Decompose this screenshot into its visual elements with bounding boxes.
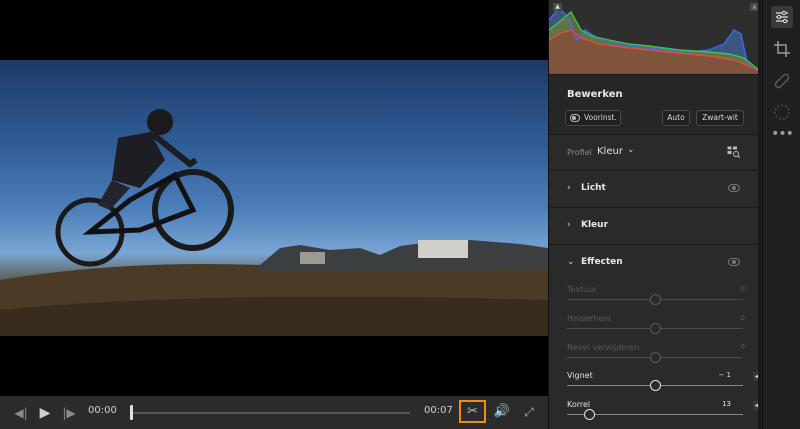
histogram: ▲ ▲ [549, 0, 763, 74]
video-viewer[interactable] [0, 0, 548, 396]
step-back-icon[interactable]: ◀| [12, 404, 30, 422]
slider-label: Textuur [567, 285, 597, 294]
slider-label: Helderheid [567, 314, 611, 323]
edit-header: Bewerken Voorinst. Auto Zwart-wit [549, 74, 763, 134]
scissors-icon: ✂ [467, 404, 478, 419]
presets-button[interactable]: Voorinst. [565, 110, 621, 126]
edit-panel: ▲ ▲ Bewerken Voorinst. Auto Zwart-wit Pr… [548, 0, 763, 429]
playback-controls: ◀| ▶ |▶ 00:00 00:07 ✂ 🔊 ⤢ [0, 396, 548, 429]
slider-handle[interactable] [649, 352, 661, 363]
end-time: 00:07 [424, 405, 453, 416]
more-icon[interactable]: ••• [771, 127, 794, 150]
slider-handle[interactable] [649, 323, 661, 334]
section-effecten[interactable]: ⌄ Effecten Textuur 0 Helderheid 0 Nevel … [549, 244, 763, 429]
trim-button[interactable]: ✂ [459, 400, 486, 423]
current-time: 00:00 [88, 405, 117, 416]
panel-title: Bewerken [567, 89, 623, 100]
auto-button[interactable]: Auto [662, 110, 690, 126]
slider-helderheid[interactable]: Helderheid 0 [567, 314, 747, 340]
slider-value: 0 [740, 285, 745, 293]
slider-label: Nevel verwijderen [567, 343, 640, 352]
slider-nevel-verwijderen[interactable]: Nevel verwijderen 0 [567, 343, 747, 369]
shadow-clipping-icon[interactable]: ▲ [553, 3, 562, 11]
volume-icon[interactable]: 🔊 [492, 403, 512, 421]
black-white-button[interactable]: Zwart-wit [696, 110, 744, 126]
chevron-down-icon: ⌄ [567, 257, 575, 267]
slider-value: 0 [740, 343, 745, 351]
section-label: Kleur [581, 220, 609, 230]
slider-korrel[interactable]: Korrel 13 ◀ [567, 400, 761, 426]
slider-textuur[interactable]: Textuur 0 [567, 285, 747, 311]
slider-label: Korrel [567, 400, 591, 409]
step-forward-icon[interactable]: |▶ [60, 404, 78, 422]
eye-icon[interactable] [728, 184, 740, 192]
chevron-right-icon: › [567, 220, 571, 230]
slider-handle[interactable] [649, 380, 661, 391]
tool-strip: ••• [762, 0, 800, 429]
section-label: Effecten [581, 257, 623, 267]
slider-label: Vignet [567, 371, 593, 380]
slider-handle[interactable] [649, 294, 661, 305]
mask-icon[interactable] [771, 101, 793, 123]
slider-handle[interactable] [584, 409, 596, 420]
slider-value: − 1 [718, 371, 731, 379]
chevron-right-icon: › [567, 183, 571, 193]
profile-row: Profiel Kleur ⌄ [549, 134, 763, 170]
profile-dropdown[interactable]: Kleur [597, 146, 623, 157]
eye-icon[interactable] [728, 258, 740, 266]
slider-value: 13 [722, 400, 731, 408]
slider-vignet[interactable]: Vignet − 1 ◀ [567, 371, 761, 397]
sliders-icon[interactable] [771, 6, 793, 28]
profile-label: Profiel [567, 148, 592, 157]
profile-browser-icon[interactable] [727, 146, 741, 158]
chevron-down-icon[interactable]: ⌄ [627, 145, 635, 155]
toggle-icon [570, 114, 580, 122]
playhead[interactable] [130, 405, 133, 420]
timeline-track[interactable] [130, 412, 410, 414]
video-frame [0, 60, 548, 336]
section-kleur[interactable]: › Kleur [549, 207, 763, 244]
expand-icon[interactable]: ⤢ [520, 403, 538, 421]
section-label: Licht [581, 183, 606, 193]
bandage-icon[interactable] [771, 70, 793, 92]
slider-value: 0 [740, 314, 745, 322]
presets-label: Voorinst. [584, 113, 617, 122]
play-icon[interactable]: ▶ [36, 404, 54, 422]
crop-icon[interactable] [771, 38, 793, 60]
section-licht[interactable]: › Licht [549, 170, 763, 207]
